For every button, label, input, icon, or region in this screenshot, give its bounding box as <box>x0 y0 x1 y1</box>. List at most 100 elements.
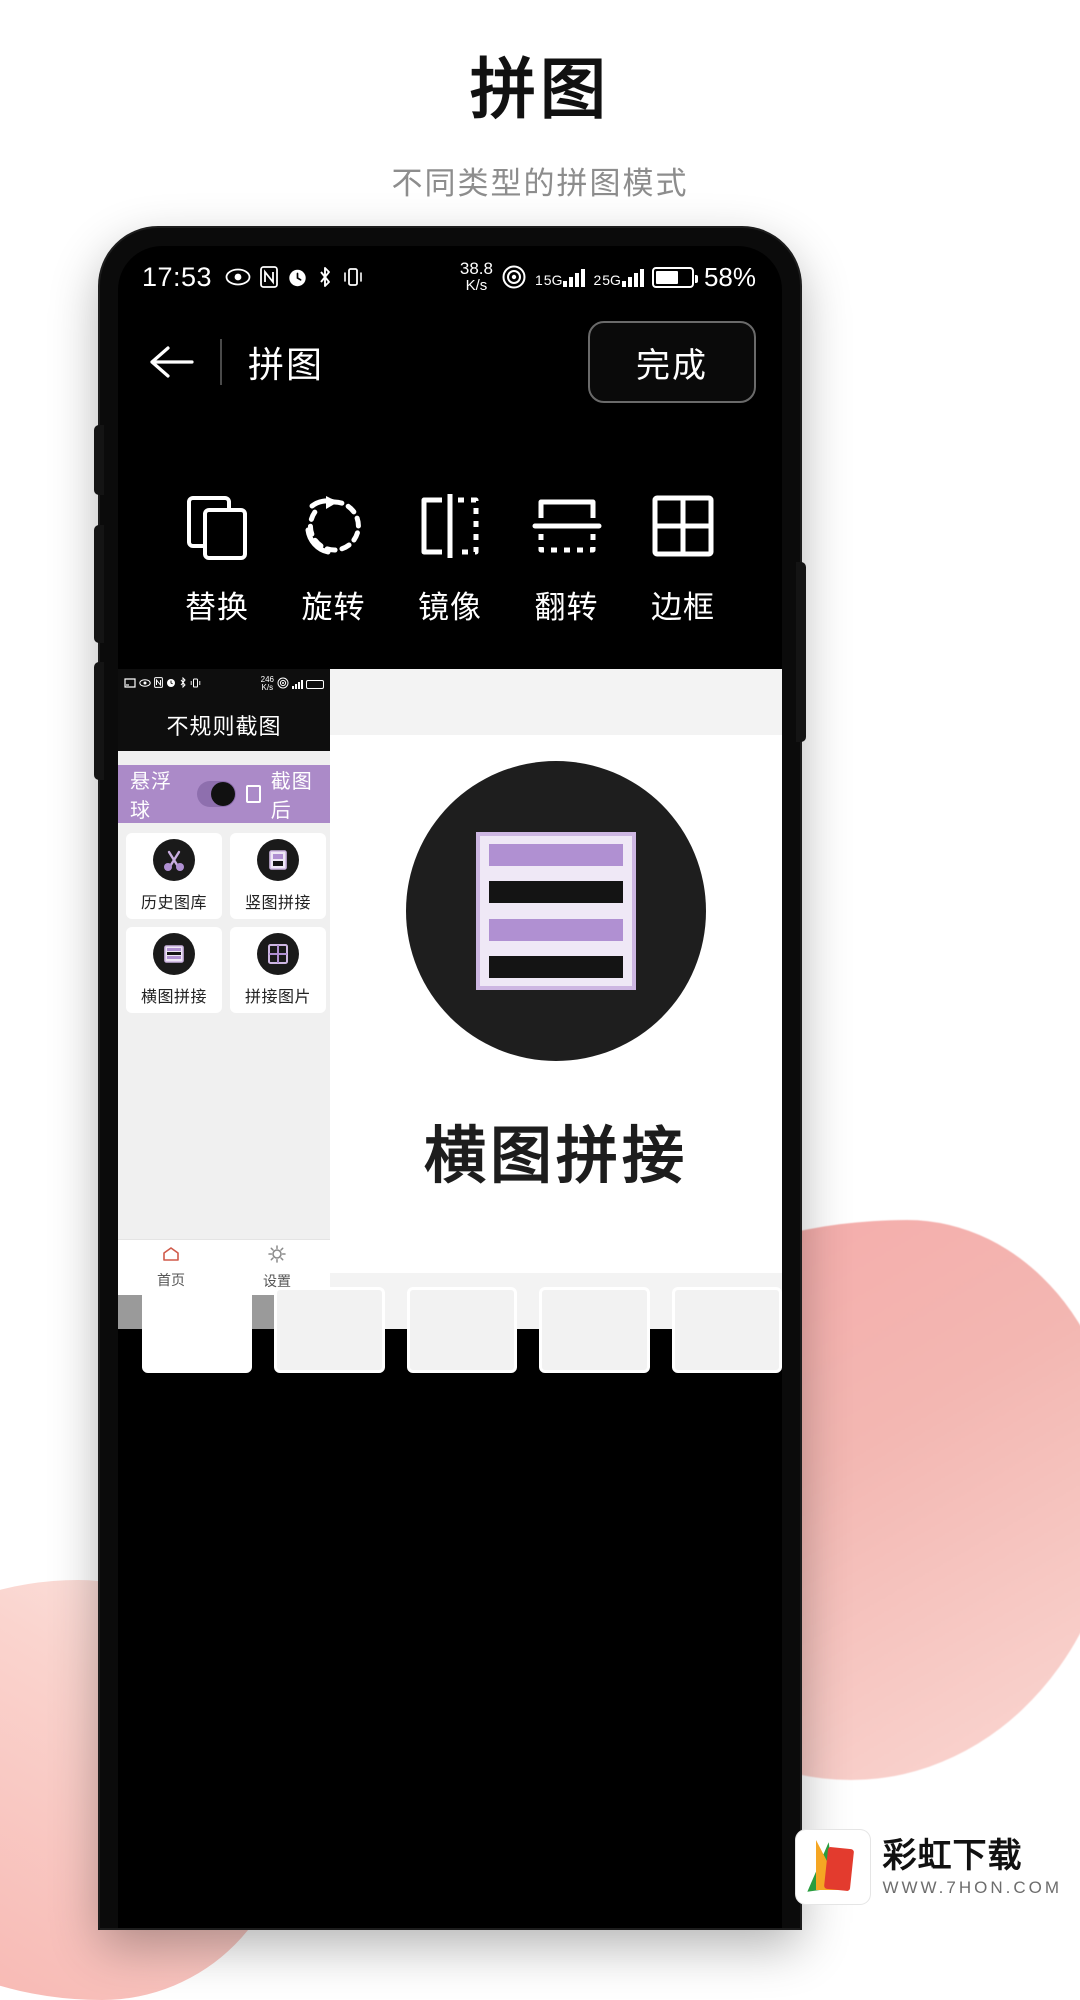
vibrate-icon <box>190 678 201 691</box>
rotate-icon <box>298 488 370 564</box>
preview-strip: 246 K/s 不规则截图 悬浮球 截图后 历史图库 竖图拼接 横图拼接 拼接图… <box>118 669 782 1329</box>
border-icon <box>647 488 719 564</box>
phone-frame: 17:53 38.8 K/s 1 5G 2 5G 58% 拼图 完成 替换 旋转… <box>100 228 800 1928</box>
network-speed: 38.8 K/s <box>460 260 493 294</box>
tool-mirror[interactable]: 镜像 <box>397 488 503 627</box>
thumbnail-item[interactable] <box>671 1287 782 1373</box>
nfc-icon <box>260 266 278 288</box>
sim2-bars-icon <box>621 267 644 287</box>
alarm-icon <box>287 267 308 288</box>
mini-nav-settings[interactable]: 设置 <box>263 1244 291 1291</box>
app-bar-title: 拼图 <box>248 344 325 385</box>
battery-percent: 58% <box>703 261 756 292</box>
mini-card-gallery[interactable]: 历史图库 <box>126 833 222 919</box>
screenshot-after-checkbox[interactable] <box>246 785 261 803</box>
mini-body-fill <box>118 1023 330 1239</box>
tool-replace[interactable]: 替换 <box>164 488 270 627</box>
mini-floatball-label: 悬浮球 <box>130 771 172 822</box>
watermark-text: 彩虹下载 WWW.7HON.COM <box>882 1839 1062 1896</box>
mini-card-vertical-label: 竖图拼接 <box>244 895 311 912</box>
eye-icon <box>139 678 151 690</box>
replace-icon <box>181 488 253 564</box>
preview-right-screenshot[interactable]: 横图拼接 <box>330 669 782 1329</box>
phone-volume-up-button[interactable] <box>94 525 104 643</box>
grid-stitch-icon <box>257 933 299 975</box>
preview-right-top-strip <box>330 669 782 735</box>
app-bar-divider <box>220 339 222 385</box>
mini-floatball-row[interactable]: 悬浮球 截图后 <box>118 765 330 823</box>
phone-power-button[interactable] <box>796 562 806 742</box>
screenshot-after-label: 截图后 <box>270 771 313 822</box>
logo-inner-stripes <box>476 832 636 990</box>
status-bar: 17:53 38.8 K/s 1 5G 2 5G 58% <box>118 246 782 308</box>
watermark-title: 彩虹下载 <box>882 1836 1023 1875</box>
tool-flip[interactable]: 翻转 <box>514 488 620 627</box>
mini-battery-icon <box>306 679 324 689</box>
watermark-url: WWW.7HON.COM <box>882 1877 1062 1897</box>
mini-card-gallery-label: 历史图库 <box>140 895 207 912</box>
mirror-icon <box>414 488 486 564</box>
tool-replace-label: 替换 <box>185 590 249 625</box>
cast-icon <box>124 677 136 691</box>
gallery-icon <box>153 839 195 881</box>
sim1-signal: 1 5G <box>534 267 586 288</box>
gear-icon <box>268 1244 286 1268</box>
page-subtitle: 不同类型的拼图模式 <box>391 165 689 201</box>
horizontal-stitch-icon <box>153 933 195 975</box>
page-header: 拼图 不同类型的拼图模式 <box>0 0 1080 203</box>
mini-network-speed: 246 K/s <box>261 676 274 692</box>
phone-side-button-top[interactable] <box>94 425 104 495</box>
mini-card-grid-stitch[interactable]: 拼接图片 <box>230 927 326 1013</box>
phone-screen: 17:53 38.8 K/s 1 5G 2 5G 58% 拼图 完成 替换 旋转… <box>118 246 782 1928</box>
mini-speed-unit: K/s <box>261 683 274 692</box>
tool-flip-label: 翻转 <box>534 590 599 625</box>
mini-gap <box>118 751 330 765</box>
rainbow-download-logo-icon <box>796 1830 871 1904</box>
sim2-signal: 2 5G <box>593 267 644 288</box>
tool-row: 替换 旋转 镜像 翻转 边框 <box>118 416 782 627</box>
eye-icon <box>225 268 251 286</box>
tool-border[interactable]: 边框 <box>630 488 736 627</box>
tool-rotate[interactable]: 旋转 <box>281 488 387 627</box>
app-bar: 拼图 完成 <box>118 308 782 416</box>
thumbnail-item[interactable] <box>539 1287 650 1373</box>
sim1-network: 5G <box>543 272 563 288</box>
home-icon <box>162 1246 180 1267</box>
bluetooth-icon <box>317 266 333 288</box>
mini-card-horizontal-stitch[interactable]: 横图拼接 <box>126 927 222 1013</box>
network-speed-value: 38.8 <box>459 259 493 278</box>
tool-border-label: 边框 <box>651 590 715 625</box>
mini-card-grid-label: 拼接图片 <box>244 989 311 1006</box>
mini-status-bar: 246 K/s <box>118 669 330 699</box>
status-time: 17:53 <box>142 261 213 292</box>
page-title: 拼图 <box>470 52 610 126</box>
mini-screen-title: 不规则截图 <box>118 699 330 751</box>
mini-nav-home[interactable]: 首页 <box>157 1246 185 1290</box>
phone-volume-down-button[interactable] <box>94 662 104 780</box>
back-arrow-icon[interactable] <box>144 335 198 389</box>
floatball-toggle[interactable] <box>197 781 237 807</box>
sim2-network: 5G <box>602 272 621 288</box>
mini-signal-icon <box>292 679 303 689</box>
sim1-label: 1 <box>534 272 543 288</box>
thumbnail-item[interactable] <box>406 1287 518 1373</box>
thumbnail-item[interactable] <box>142 1287 253 1373</box>
location-icon <box>277 677 289 692</box>
preview-right-caption: 横图拼接 <box>423 1122 688 1191</box>
preview-left-screenshot[interactable]: 246 K/s 不规则截图 悬浮球 截图后 历史图库 竖图拼接 横图拼接 拼接图… <box>118 669 330 1329</box>
mini-card-horizontal-label: 横图拼接 <box>140 989 207 1006</box>
thumbnail-item[interactable] <box>274 1287 385 1373</box>
sim1-bars-icon <box>563 267 586 287</box>
mini-card-grid: 历史图库 竖图拼接 横图拼接 拼接图片 <box>118 823 330 1023</box>
bluetooth-icon <box>179 676 187 691</box>
thumbnail-row <box>142 1287 782 1373</box>
location-icon <box>501 264 527 290</box>
horizontal-stitch-logo <box>406 761 706 1061</box>
status-right-icons: 38.8 K/s 1 5G 2 5G 58% <box>460 260 756 294</box>
vertical-stitch-icon <box>257 839 299 881</box>
tool-rotate-label: 旋转 <box>301 590 366 625</box>
mini-card-vertical-stitch[interactable]: 竖图拼接 <box>230 833 326 919</box>
done-button[interactable]: 完成 <box>588 321 756 403</box>
sim2-label: 2 <box>593 272 602 288</box>
tool-mirror-label: 镜像 <box>418 590 482 625</box>
